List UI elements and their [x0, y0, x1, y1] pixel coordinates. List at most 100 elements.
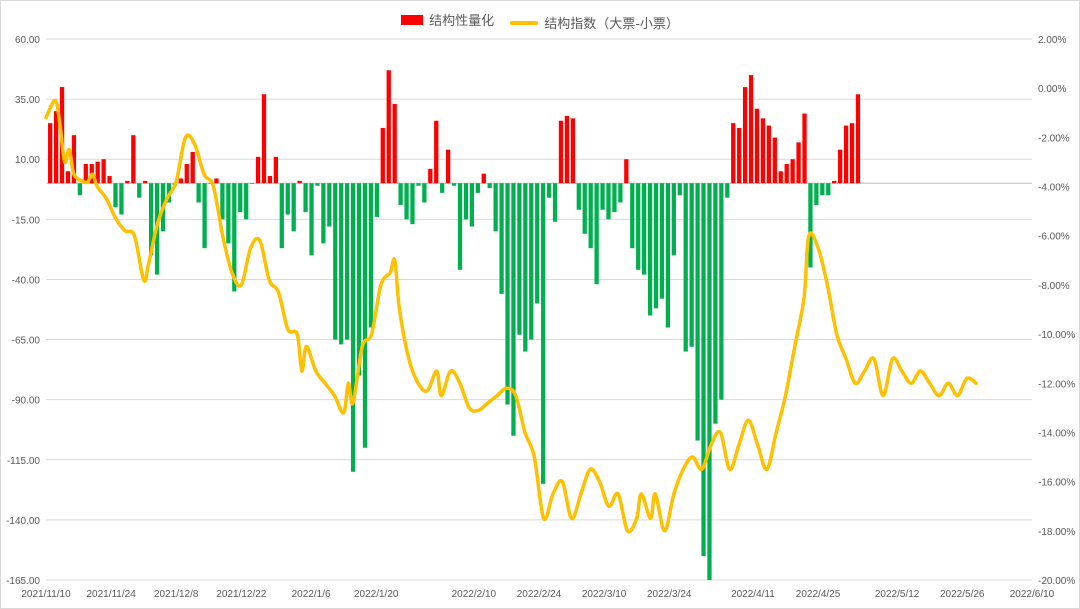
bar	[238, 183, 243, 213]
right-tick-label: -14.00%	[1038, 428, 1075, 439]
bar	[725, 183, 730, 198]
bar	[398, 183, 403, 205]
bar	[434, 120, 439, 184]
bar	[505, 183, 510, 405]
x-tick-label: 2021/12/22	[216, 589, 266, 600]
bar	[327, 183, 332, 227]
bar	[814, 183, 819, 205]
bar	[392, 103, 397, 184]
bar	[261, 94, 267, 184]
bar	[428, 168, 433, 184]
x-tick-label: 2022/5/26	[940, 589, 985, 600]
bar	[576, 183, 581, 210]
bar	[333, 183, 338, 340]
bar	[630, 183, 635, 249]
bar	[659, 183, 665, 299]
left-tick-label: -165.00	[6, 576, 40, 587]
bar	[707, 183, 712, 580]
left-tick-label: -15.00	[12, 215, 41, 226]
bar	[624, 159, 629, 184]
x-tick-label: 2022/4/25	[796, 589, 841, 600]
bar	[53, 111, 59, 184]
bar	[778, 171, 783, 184]
bar	[487, 183, 492, 189]
bar	[143, 180, 148, 184]
x-tick-label: 2022/5/12	[875, 589, 920, 600]
right-tick-label: -16.00%	[1038, 478, 1075, 489]
left-tick-label: -40.00	[12, 275, 41, 286]
bar	[214, 178, 219, 184]
right-tick-label: -20.00%	[1038, 576, 1075, 587]
bar	[178, 178, 183, 184]
bar	[368, 183, 374, 328]
left-tick-label: -140.00	[6, 516, 40, 527]
bar	[790, 159, 795, 184]
bar	[653, 183, 659, 309]
bar	[190, 152, 195, 184]
bar	[309, 183, 314, 256]
bar	[131, 135, 136, 184]
right-tick-label: -8.00%	[1038, 281, 1070, 292]
bar	[321, 183, 326, 244]
bar	[588, 183, 593, 249]
bar	[772, 137, 777, 184]
bar	[552, 183, 558, 222]
bar	[647, 183, 653, 316]
bar	[517, 183, 522, 335]
axis-ticks: 60.00 35.00 10.00 -15.00 -40.00 -65.00 -90.00 -…	[6, 35, 1075, 600]
bar	[820, 183, 825, 196]
bar	[855, 94, 861, 184]
bar	[374, 183, 379, 217]
bar	[671, 183, 676, 256]
x-tick-label: 2022/4/11	[731, 589, 775, 600]
bar	[457, 183, 463, 270]
bar	[529, 183, 534, 340]
bar	[297, 180, 302, 184]
bar	[642, 183, 647, 275]
bar	[410, 183, 415, 225]
bar	[440, 183, 445, 193]
bar	[731, 123, 736, 184]
right-tick-label: -10.00%	[1038, 330, 1075, 341]
bar	[618, 183, 623, 203]
bar	[535, 183, 540, 304]
x-tick-label: 2021/11/24	[86, 589, 136, 600]
bar	[677, 183, 682, 196]
left-tick-label: -65.00	[12, 336, 41, 347]
bar	[564, 115, 570, 184]
bar	[499, 183, 504, 294]
bar	[113, 183, 118, 208]
bar	[683, 183, 688, 352]
bar	[445, 149, 451, 184]
bar	[267, 176, 273, 184]
bar	[570, 118, 575, 184]
bar	[220, 183, 225, 220]
bar	[689, 183, 694, 347]
bar	[838, 149, 843, 184]
bar	[796, 142, 801, 184]
x-tick-label: 2022/3/10	[582, 589, 627, 600]
bar	[481, 173, 486, 184]
bar	[386, 70, 391, 184]
right-tick-label: 0.00%	[1038, 84, 1066, 95]
bar	[766, 125, 772, 184]
bar	[380, 127, 385, 184]
bar	[226, 183, 231, 244]
bar	[612, 183, 617, 213]
bar	[416, 183, 421, 186]
bar	[339, 183, 344, 345]
bar	[594, 183, 599, 285]
bar	[77, 183, 82, 196]
x-tick-label: 2021/11/10	[21, 589, 71, 600]
bar	[808, 183, 813, 268]
bar	[748, 75, 754, 184]
bar	[754, 108, 760, 184]
x-tick-label: 2022/2/24	[517, 589, 562, 600]
bar	[558, 120, 564, 184]
bar	[469, 183, 475, 227]
bar	[695, 183, 700, 441]
bar	[802, 113, 807, 184]
bar	[826, 183, 831, 196]
bar	[65, 171, 71, 184]
bar	[119, 183, 124, 215]
